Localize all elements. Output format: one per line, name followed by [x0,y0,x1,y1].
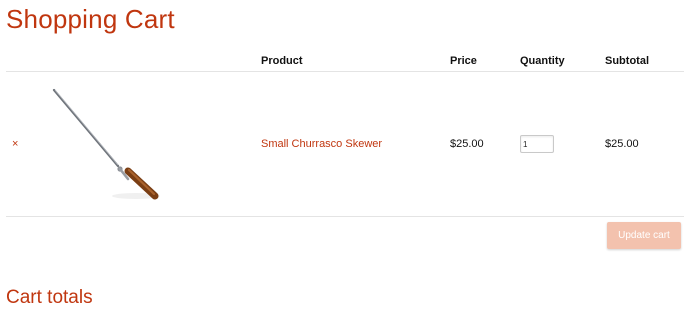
header-quantity: Quantity [520,50,605,72]
update-cart-button[interactable]: Update cart [607,222,681,249]
quantity-cell [520,71,605,217]
price-cell: $25.00 [450,71,520,217]
product-name-link[interactable]: Small Churrasco Skewer [261,138,382,150]
page-title: Shopping Cart [6,4,175,34]
header-thumbnail [44,50,261,72]
header-subtotal: Subtotal [605,50,684,72]
cart-table: Product Price Quantity Subtotal × Small … [6,50,684,217]
thumbnail-cell [44,71,261,217]
skewer-image[interactable] [48,84,168,204]
header-price: Price [450,50,520,72]
table-row: × Small Churrasco Skewer $25.00 1 $25.00 [6,71,684,217]
product-name-cell: Small Churrasco Skewer [261,71,450,217]
header-product: Product [261,50,450,72]
cart-totals-title: Cart totals [6,287,93,308]
subtotal-cell: $25.00 [605,71,684,217]
cart-header-row: Product Price Quantity Subtotal [6,50,684,72]
quantity-input[interactable] [520,135,554,153]
header-remove [6,50,44,72]
remove-item-button[interactable]: × [6,138,18,150]
remove-cell: × [6,71,44,217]
